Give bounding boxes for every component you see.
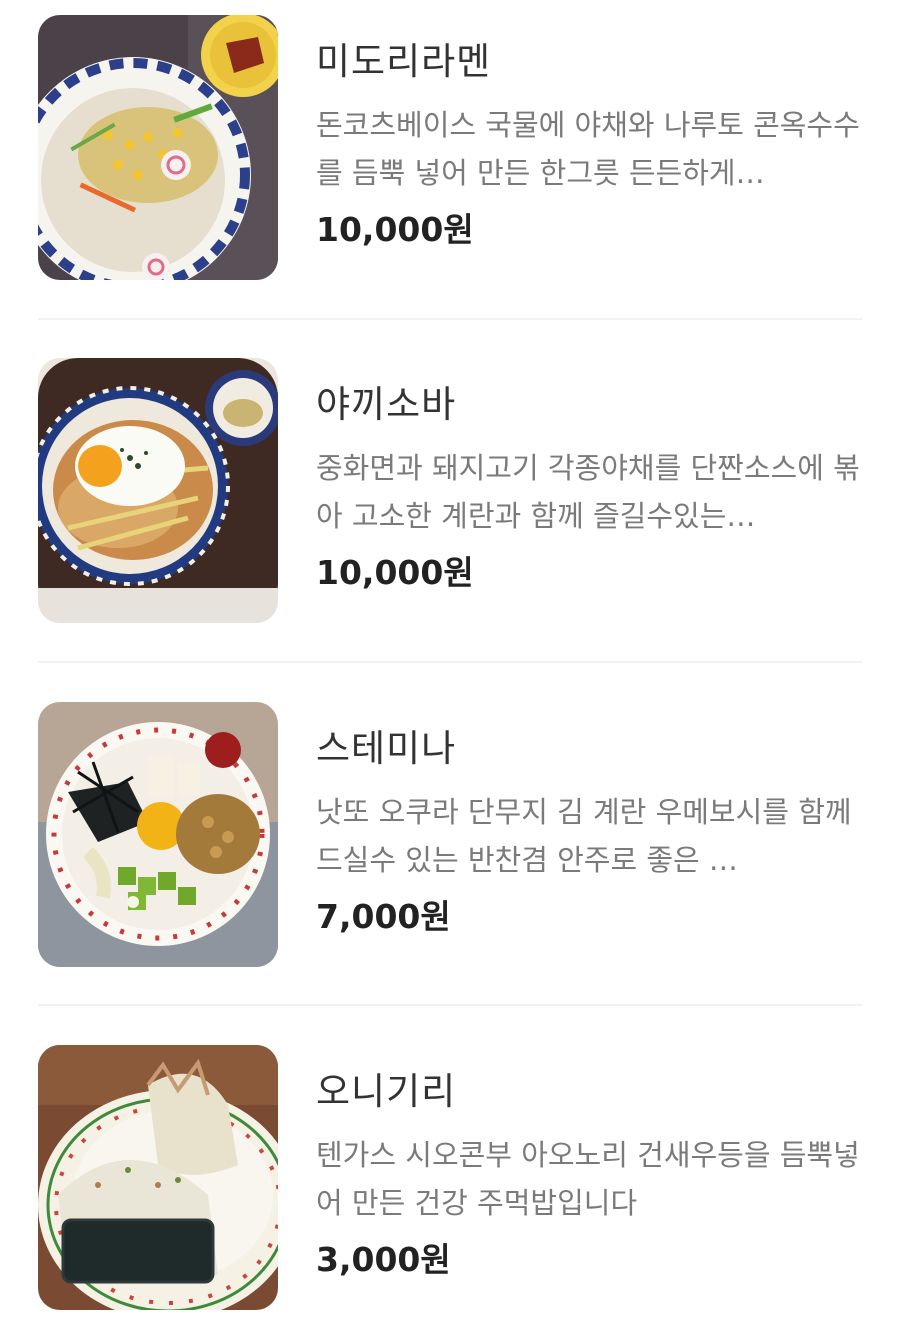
divider — [38, 318, 862, 320]
menu-item-name: 미도리라멘 — [316, 40, 492, 83]
menu-item-stamina[interactable]: 스테미나 낫또 오쿠라 단무지 김 계란 우메보시를 함께 드실수 있는 반찬겸… — [38, 702, 862, 967]
menu-list: 미도리라멘 돈코츠베이스 국물에 야채와 나루토 콘옥수수를 듬뿍 넣어 만든 … — [0, 0, 900, 1330]
menu-item-price: 7,000원 — [316, 897, 451, 936]
menu-item-photo[interactable] — [38, 358, 278, 623]
menu-item-price: 10,000원 — [316, 553, 474, 592]
menu-item-yakisoba[interactable]: 야끼소바 중화면과 돼지고기 각종야채를 단짠소스에 볶아 고소한 계란과 함께… — [38, 358, 862, 623]
yakisoba-plate-photo — [38, 358, 278, 623]
menu-item-info: 미도리라멘 돈코츠베이스 국물에 야채와 나루토 콘옥수수를 듬뿍 넣어 만든 … — [316, 37, 862, 253]
menu-item-photo[interactable] — [38, 1045, 278, 1310]
menu-item-info: 오니기리 텐가스 시오콘부 아오노리 건새우등을 듬뿍넣어 만든 건강 주먹밥입… — [316, 1067, 862, 1283]
menu-item-description: 낫또 오쿠라 단무지 김 계란 우메보시를 함께 드실수 있는 반찬겸 안주로 … — [316, 795, 852, 877]
menu-item-name: 스테미나 — [316, 727, 457, 770]
menu-item-name: 오니기리 — [316, 1070, 457, 1113]
menu-item-price: 3,000원 — [316, 1240, 451, 1279]
divider — [38, 661, 862, 663]
menu-item-description: 텐가스 시오콘부 아오노리 건새우등을 듬뿍넣어 만든 건강 주먹밥입니다 — [316, 1138, 860, 1220]
menu-item-photo[interactable] — [38, 702, 278, 967]
menu-item-description: 중화면과 돼지고기 각종야채를 단짠소스에 볶아 고소한 계란과 함께 즐길수있… — [316, 451, 860, 533]
stamina-bowl-photo — [38, 702, 278, 967]
divider — [38, 1004, 862, 1006]
ramen-bowl-photo — [38, 15, 278, 280]
menu-item-photo[interactable] — [38, 15, 278, 280]
menu-item-info: 스테미나 낫또 오쿠라 단무지 김 계란 우메보시를 함께 드실수 있는 반찬겸… — [316, 724, 862, 940]
menu-item-name: 야끼소바 — [316, 383, 457, 426]
menu-item-midori-ramen[interactable]: 미도리라멘 돈코츠베이스 국물에 야채와 나루토 콘옥수수를 듬뿍 넣어 만든 … — [38, 15, 862, 280]
menu-item-onigiri[interactable]: 오니기리 텐가스 시오콘부 아오노리 건새우등을 듬뿍넣어 만든 건강 주먹밥입… — [38, 1045, 862, 1310]
menu-item-info: 야끼소바 중화면과 돼지고기 각종야채를 단짠소스에 볶아 고소한 계란과 함께… — [316, 380, 862, 596]
menu-item-description: 돈코츠베이스 국물에 야채와 나루토 콘옥수수를 듬뿍 넣어 만든 한그릇 든든… — [316, 108, 860, 190]
menu-item-price: 10,000원 — [316, 210, 474, 249]
onigiri-plate-photo — [38, 1045, 278, 1310]
